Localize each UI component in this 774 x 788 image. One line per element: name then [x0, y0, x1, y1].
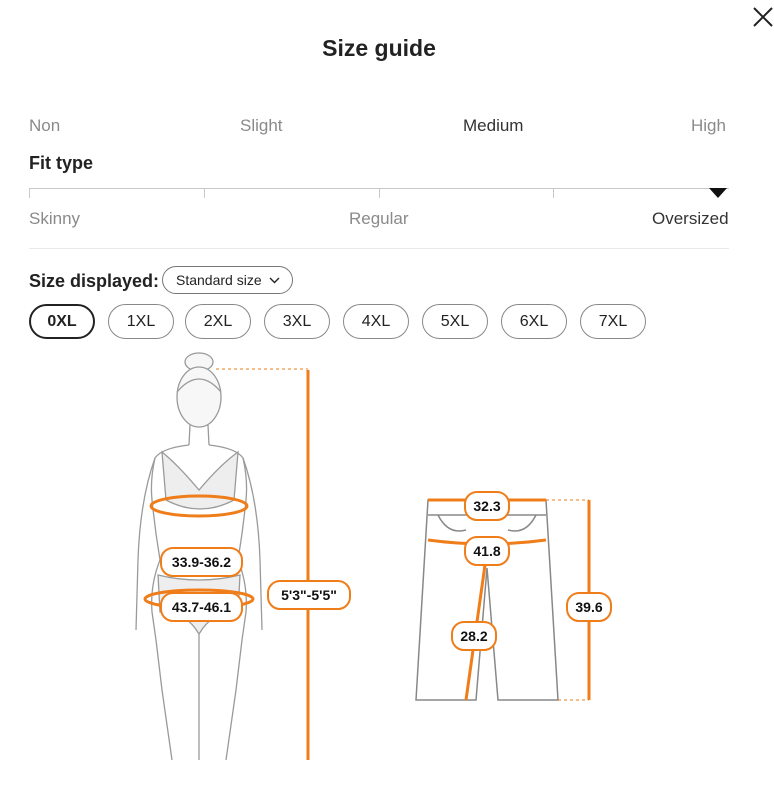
measurement-illustration	[135, 352, 591, 761]
size-chip-2xl[interactable]: 2XL	[185, 304, 251, 339]
shorts-measurement-lines	[427, 498, 591, 701]
stretch-label-medium: Medium	[463, 116, 524, 135]
stretch-label-high: High	[691, 116, 726, 135]
size-display-value: Standard size	[176, 272, 262, 288]
size-chip-5xl[interactable]: 5XL	[422, 304, 488, 339]
size-chip-7xl[interactable]: 7XL	[580, 304, 646, 339]
fit-label-skinny: Skinny	[29, 209, 81, 228]
garment-hip-badge: 41.8	[464, 536, 510, 566]
fit-tick	[29, 188, 30, 198]
fit-tick	[553, 188, 554, 198]
fit-type-title: Fit type	[29, 153, 94, 173]
size-chip-6xl[interactable]: 6XL	[501, 304, 567, 339]
close-icon	[753, 7, 773, 27]
dialog-title: Size guide	[322, 35, 436, 61]
stretch-label-non: Non	[29, 116, 61, 135]
chevron-down-icon	[269, 277, 280, 284]
size-chip-1xl[interactable]: 1XL	[108, 304, 174, 339]
fit-label-oversized: Oversized	[652, 209, 729, 228]
close-button[interactable]	[750, 4, 774, 30]
body-waist-badge: 33.9-36.2	[160, 547, 243, 577]
divider	[29, 248, 729, 249]
garment-inseam-badge: 28.2	[451, 621, 497, 651]
size-chip-4xl[interactable]: 4XL	[343, 304, 409, 339]
fit-tick	[204, 188, 205, 198]
body-hip-badge: 43.7-46.1	[160, 592, 243, 622]
garment-length-badge: 39.6	[566, 592, 612, 622]
fit-label-regular: Regular	[349, 209, 409, 228]
fit-type-marker	[709, 188, 727, 198]
body-height-badge: 5'3"-5'5"	[267, 580, 351, 610]
size-display-dropdown[interactable]: Standard size	[162, 266, 293, 294]
size-chip-3xl[interactable]: 3XL	[264, 304, 330, 339]
garment-waist-badge: 32.3	[464, 491, 510, 521]
fit-tick	[379, 188, 380, 198]
stretch-label-slight: Slight	[240, 116, 283, 135]
size-displayed-label: Size displayed:	[29, 271, 160, 291]
size-chip-0xl[interactable]: 0XL	[29, 304, 95, 339]
shorts-illustration	[415, 499, 559, 701]
